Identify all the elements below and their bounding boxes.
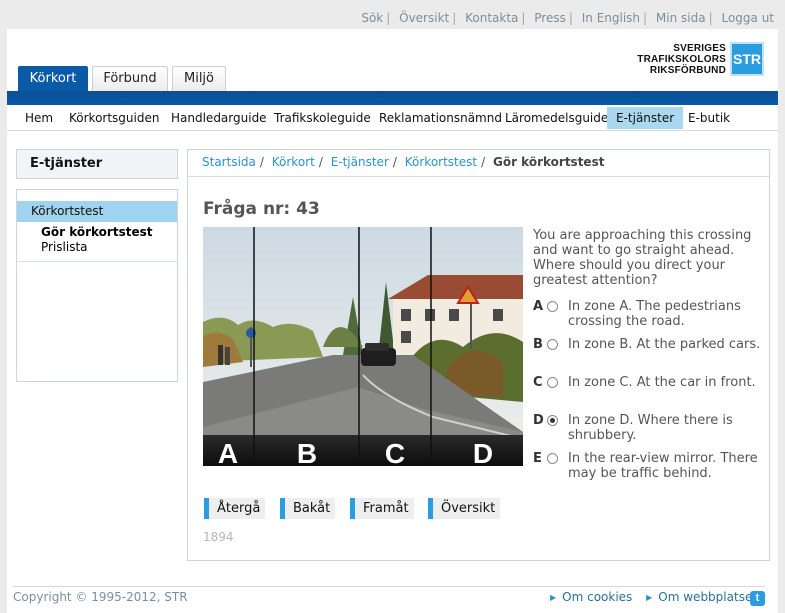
nav-korkortsguiden[interactable]: Körkortsguiden (60, 107, 168, 129)
question-id: 1894 (203, 530, 234, 544)
logo-line-1: SVERIGES (673, 42, 726, 54)
back-to-start-button[interactable]: Återgå (204, 498, 266, 519)
contact-link[interactable]: Kontakta (465, 11, 518, 25)
option-text: In zone C. At the car in front. (568, 375, 756, 390)
footer-links: ▶ Om cookies ▶ Om webbplatsen (550, 590, 760, 604)
twitter-icon[interactable]: t (750, 591, 765, 606)
option-letter: B (533, 337, 543, 352)
english-link[interactable]: In English (582, 11, 640, 25)
question-text: You are approaching this crossing and wa… (533, 228, 752, 288)
answer-option-e[interactable]: E In the rear-view mirror. There may be … (533, 451, 763, 481)
answer-option-d[interactable]: D In zone D. Where there is shrubbery. (533, 413, 763, 443)
zone-label-d: D (473, 438, 493, 466)
about-site-link[interactable]: Om webbplatsen (658, 590, 760, 604)
copyright: Copyright © 1995-2012, STR (13, 590, 188, 604)
option-text: In zone D. Where there is shrubbery. (568, 413, 733, 443)
search-link[interactable]: Sök (361, 11, 383, 25)
radio-a[interactable] (547, 301, 558, 312)
nav-reklamationsnamnd[interactable]: Reklamationsnämnd (370, 107, 511, 129)
nav-hem[interactable]: Hem (16, 107, 62, 129)
logo-line-2: TRAFIKSKOLORS (637, 53, 726, 65)
radio-d[interactable] (547, 415, 558, 426)
option-letter: D (533, 413, 544, 428)
str-logo[interactable]: SVERIGES TRAFIKSKOLORS RIKSFÖRBUND STR (637, 42, 764, 76)
sidebar-item-gor-korkortstest[interactable]: Gör körkortstest (17, 225, 177, 239)
tab-forbund[interactable]: Förbund (92, 66, 168, 91)
brand-bar (7, 91, 778, 105)
overview-link[interactable]: Översikt (399, 11, 449, 25)
previous-button[interactable]: Bakåt (280, 498, 336, 519)
nav-trafikskoleguide[interactable]: Trafikskoleguide (265, 107, 380, 129)
overview-button[interactable]: Översikt (428, 498, 501, 519)
question-image: A B C D (203, 227, 523, 466)
my-page-link[interactable]: Min sida (656, 11, 706, 25)
page-frame: Körkort Förbund Miljö SVERIGES TRAFIKSKO… (7, 29, 778, 613)
option-letter: A (533, 299, 544, 314)
main-nav: Hem Körkortsguiden Handledarguide Trafik… (7, 105, 778, 131)
arrow-icon: ▶ (646, 593, 653, 602)
footer-divider (13, 586, 765, 587)
tab-miljo[interactable]: Miljö (172, 66, 226, 91)
radio-c[interactable] (547, 377, 558, 388)
breadcrumb-korkort[interactable]: Körkort (272, 155, 315, 169)
breadcrumb-korkortstest[interactable]: Körkortstest (405, 155, 477, 169)
option-letter: C (533, 375, 543, 390)
radio-b[interactable] (547, 339, 558, 350)
option-letter: E (533, 451, 542, 466)
sidebar-item-prislista[interactable]: Prislista (17, 240, 177, 254)
zone-label-b: B (297, 438, 317, 466)
option-text: In the rear-view mirror. There may be tr… (568, 451, 758, 481)
press-link[interactable]: Press (534, 11, 566, 25)
question-title: Fråga nr: 43 (203, 199, 320, 219)
answer-option-b[interactable]: B In zone B. At the parked cars. (533, 337, 763, 352)
option-text: In zone B. At the parked cars. (568, 337, 761, 352)
logo-line-3: RIKSFÖRBUND (649, 64, 726, 76)
tab-korkort[interactable]: Körkort (18, 66, 88, 91)
zone-label-c: C (385, 438, 405, 466)
breadcrumb-e-tjanster[interactable]: E-tjänster (331, 155, 389, 169)
breadcrumb-startsida[interactable]: Startsida (202, 155, 256, 169)
sidebar-item-korkortstest[interactable]: Körkortstest (17, 201, 177, 222)
arrow-icon: ▶ (550, 593, 557, 602)
option-text: In zone A. The pedestrians crossing the … (568, 299, 741, 329)
zone-label-a: A (218, 438, 238, 466)
sidebar-divider (17, 261, 177, 262)
breadcrumb: Startsida / Körkort / E-tjänster / Körkorts… (188, 150, 769, 177)
utility-nav: Sök | Översikt | Kontakta | Press | In Engli… (361, 11, 774, 25)
radio-e[interactable] (547, 453, 558, 464)
next-button[interactable]: Framåt (350, 498, 414, 519)
logout-link[interactable]: Logga ut (721, 11, 774, 25)
answer-option-c[interactable]: C In zone C. At the car in front. (533, 375, 763, 390)
answer-option-a[interactable]: A In zone A. The pedestrians crossing th… (533, 299, 763, 329)
cookies-link[interactable]: Om cookies (562, 590, 632, 604)
breadcrumb-current: Gör körkortstest (492, 155, 605, 169)
sidebar-menu: Körkortstest Gör körkortstest Prislista (16, 189, 178, 382)
sidebar-title: E-tjänster (16, 149, 178, 179)
main-content: Startsida / Körkort / E-tjänster / Körkorts… (187, 149, 770, 561)
nav-e-butik[interactable]: E-butik (679, 107, 739, 129)
nav-laromedelsguide[interactable]: Läromedelsguide (496, 107, 617, 129)
nav-handledarguide[interactable]: Handledarguide (162, 107, 276, 129)
logo-mark: STR (730, 42, 764, 76)
nav-e-tjanster[interactable]: E-tjänster (607, 107, 684, 129)
